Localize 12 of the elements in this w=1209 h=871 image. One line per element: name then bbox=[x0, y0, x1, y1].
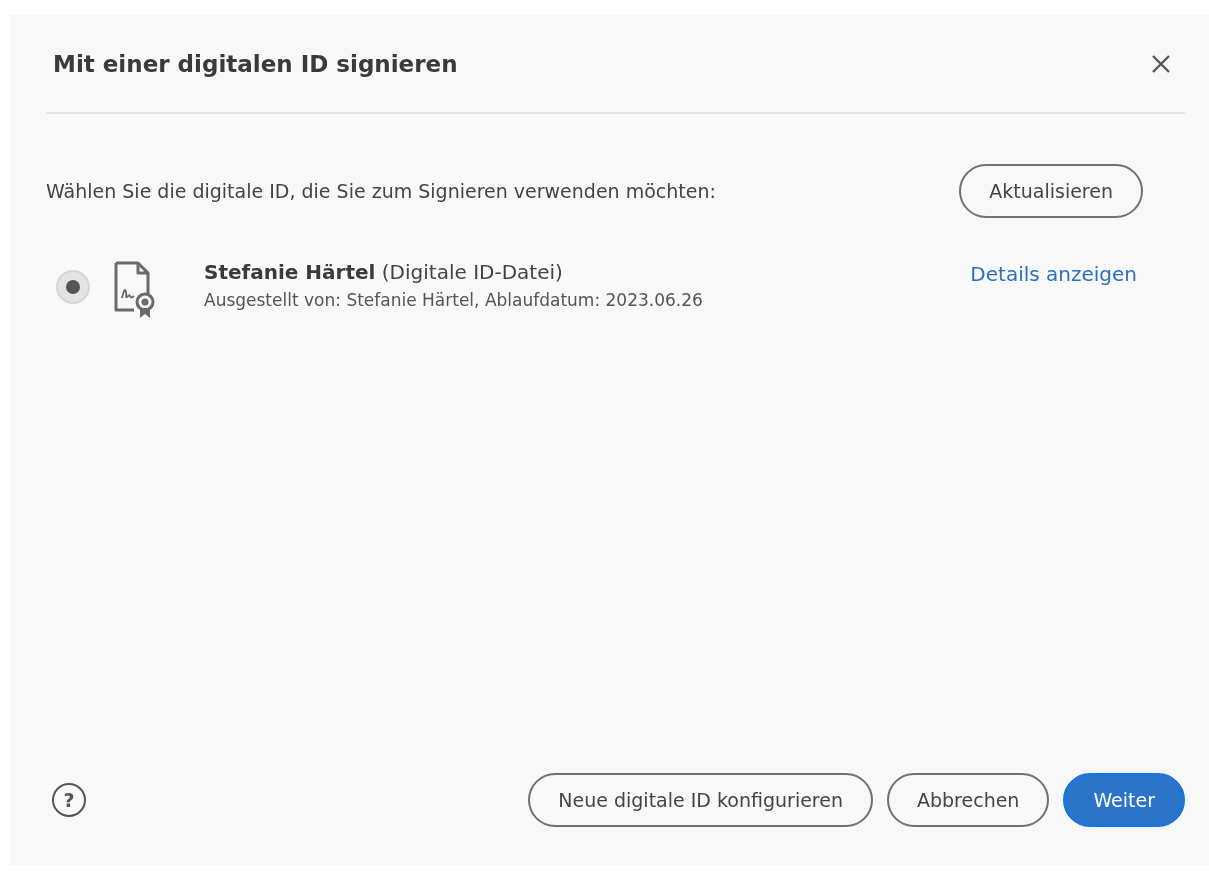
prompt-text: Wählen Sie die digitale ID, die Sie zum Signieren verwenden möchten: bbox=[46, 180, 716, 202]
refresh-button[interactable]: Aktualisieren bbox=[959, 164, 1143, 218]
close-icon[interactable] bbox=[1151, 53, 1171, 74]
id-details: Ausgestellt von: Stefanie Härtel, Ablaufdatum: 2023.06.26 bbox=[204, 290, 704, 310]
details-link[interactable]: Details anzeigen bbox=[970, 262, 1137, 286]
dialog-button[interactable]: Abbrechen bbox=[887, 773, 1050, 827]
help-icon[interactable]: ? bbox=[52, 783, 86, 817]
dialog-button[interactable]: Neue digitale ID konfigurieren bbox=[528, 773, 873, 827]
id-name: Stefanie Härtel (Digitale ID-Datei) bbox=[204, 260, 564, 284]
next-button[interactable]: Weiter bbox=[1063, 773, 1185, 827]
radio-button[interactable] bbox=[56, 270, 90, 304]
dialog-title: Mit einer digitalen ID signieren bbox=[53, 50, 458, 77]
